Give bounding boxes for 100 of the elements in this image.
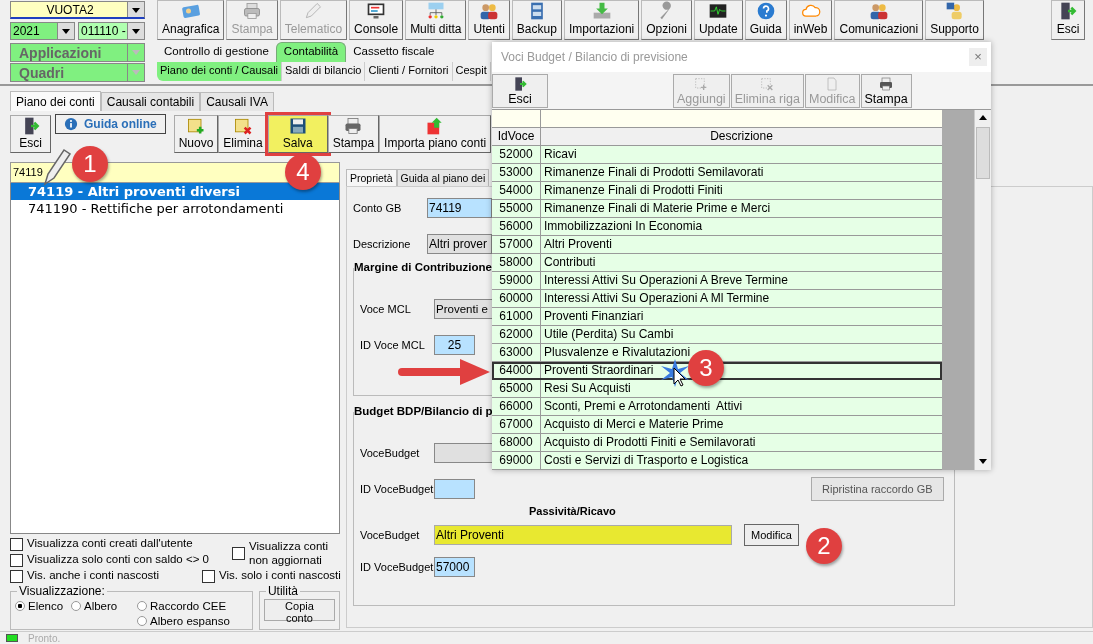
table-cell: 62000 — [492, 326, 541, 343]
table-cell: 67000 — [492, 416, 541, 433]
table-cell: 66000 — [492, 398, 541, 415]
toolbar-button[interactable]: Opzioni — [641, 0, 692, 40]
table-row[interactable]: 53000 Rimanenze Finali di Prodotti Semilavorati — [492, 164, 942, 182]
radio-label: Raccordo CEE — [150, 600, 227, 612]
table-cell: 54000 — [492, 182, 541, 199]
forms-dropdown[interactable]: Quadri — [10, 63, 145, 82]
section-tab[interactable]: Piano dei conti / Causali — [157, 62, 282, 81]
company-dropdown[interactable]: VUOTA2 — [10, 1, 145, 19]
table-row[interactable]: 55000 Rimanenze Finali di Materie Prime e Merci — [492, 200, 942, 218]
checkbox[interactable] — [10, 554, 23, 567]
module-tab[interactable]: Contabilità — [275, 42, 347, 62]
radio-button[interactable] — [71, 601, 81, 611]
section-tab[interactable]: Cespit — [452, 62, 491, 81]
toolbar-button[interactable]: Elimina — [218, 115, 268, 153]
table-row[interactable]: 69000 Costi e Servizi di Trasporto e Logistica — [492, 452, 942, 470]
checkbox[interactable] — [202, 570, 215, 583]
toolbar-button[interactable]: Nuovo — [173, 115, 219, 153]
section-tab[interactable]: Saldi di bilancio — [282, 62, 366, 81]
restore-button[interactable]: Ripristina raccordo GB — [811, 477, 944, 501]
checkbox[interactable] — [232, 547, 245, 560]
table-cell-text: Interessi Attivi Su Operazioni A Ml Termine — [543, 290, 770, 307]
account-item[interactable]: 74119 - Altri proventi diversi — [11, 183, 339, 200]
toolbar-button[interactable]: Multi ditta — [405, 0, 467, 40]
online-guide-link[interactable]: Guida online — [55, 114, 166, 134]
group-title: Budget BDP/Bilancio di p — [354, 405, 493, 417]
toolbar-button[interactable]: Importazioni — [563, 0, 640, 40]
mcl-id-field[interactable]: 25 — [434, 335, 475, 355]
description-field[interactable]: Altri prover — [427, 234, 492, 254]
table-row[interactable]: 60000 Interessi Attivi Su Operazioni A Ml Termine — [492, 290, 942, 308]
table-row[interactable]: 52000 Ricavi — [492, 146, 942, 164]
scrollbar[interactable] — [974, 110, 991, 470]
table-cell: 63000 — [492, 344, 541, 361]
radio-button[interactable] — [137, 601, 147, 611]
toolbar-button[interactable]: Stampa — [860, 73, 912, 108]
table-row[interactable]: 58000 Contributi — [492, 254, 942, 272]
module-tab[interactable]: Cassetto fiscale — [346, 43, 442, 62]
budget-id-field[interactable]: 57000 — [434, 557, 475, 577]
toolbar-button[interactable]: Salva — [267, 115, 328, 153]
group-title: Utilità — [265, 584, 300, 598]
mcl-item-field[interactable]: Proventi e — [434, 299, 494, 319]
toolbar-button[interactable]: Console — [349, 0, 404, 40]
field-label: Voce MCL — [359, 303, 412, 315]
page-tab[interactable]: Causali contabili — [100, 92, 201, 111]
table-row[interactable]: 61000 Proventi Finanziari — [492, 308, 942, 326]
toolbar-button[interactable]: Guida — [744, 0, 787, 40]
detail-tab[interactable]: Guida al piano dei — [396, 169, 490, 186]
table-cell-text: Proventi Straordinari — [543, 362, 654, 379]
toolbar-button[interactable]: Update — [693, 0, 743, 40]
table-row[interactable]: 67000 Acquisto di Merci e Materie Prime — [492, 416, 942, 434]
toolbar-button[interactable]: Supporto — [925, 0, 984, 40]
toolbar-button[interactable]: Anagrafica — [157, 0, 225, 40]
budget-item-field[interactable]: Altri Proventi — [434, 525, 732, 545]
toolbar-button[interactable]: Esci — [492, 73, 548, 108]
exit-button[interactable]: Esci — [10, 115, 51, 153]
group-title: Margine di Contribuzione — [354, 261, 492, 273]
group-title: Visualizzazione: — [17, 584, 107, 598]
page-tab[interactable]: Causali IVA — [200, 92, 274, 111]
applications-dropdown[interactable]: Applicazioni — [10, 43, 145, 62]
toolbar-button[interactable]: inWeb — [788, 0, 833, 40]
close-button[interactable]: × — [969, 47, 987, 66]
account-item[interactable]: 741190 - Rettifiche per arrotondamenti — [11, 200, 339, 217]
toolbar-button[interactable]: Stampa — [327, 115, 380, 153]
module-tab[interactable]: Controllo di gestione — [157, 43, 276, 62]
table-row[interactable]: 68000 Acquisto di Prodotti Finiti e Semilavorati — [492, 434, 942, 452]
section-title: Passività/Ricavo — [529, 505, 617, 519]
copy-account-button[interactable]: Copia conto — [263, 599, 335, 621]
exit-button[interactable]: Esci — [1051, 0, 1085, 40]
table-row[interactable]: 62000 Utile (Perdita) Su Cambi — [492, 326, 942, 344]
table-row[interactable]: 54000 Rimanenze Finali di Prodotti Finiti — [492, 182, 942, 200]
edit-button[interactable]: Modifica — [744, 524, 799, 546]
radio-button[interactable] — [137, 616, 147, 626]
table-cell-text: Interessi Attivi Su Operazioni A Breve Termine — [543, 272, 788, 289]
table-row[interactable]: 65000 Resi Su Acquisti — [492, 380, 942, 398]
checkbox[interactable] — [10, 570, 23, 583]
radio-button[interactable] — [15, 601, 25, 611]
detail-tab[interactable]: Proprietà — [346, 169, 397, 186]
table-cell-text: Ricavi — [543, 146, 577, 163]
table-row[interactable]: 66000 Sconti, Premi e Arrotondamenti Attivi — [492, 398, 942, 416]
checkbox[interactable] — [10, 538, 23, 551]
toolbar-button[interactable]: Comunicazioni — [834, 0, 924, 40]
code-dropdown[interactable]: 011110 - — [78, 22, 145, 40]
section-tab[interactable]: Clienti / Fornitori — [365, 62, 453, 81]
printer-icon — [878, 75, 895, 92]
page-tab[interactable]: Piano dei conti — [10, 91, 101, 111]
toolbar-button[interactable]: Backup — [511, 0, 562, 40]
delete-document-icon — [233, 116, 254, 136]
table-cell: 60000 — [492, 290, 541, 307]
year-dropdown[interactable]: 2021 — [10, 22, 75, 40]
table-row[interactable]: 59000 Interessi Attivi Su Operazioni A Breve Termine — [492, 272, 942, 290]
table-row[interactable]: 57000 Altri Proventi — [492, 236, 942, 254]
toolbar-button[interactable]: Utenti — [468, 0, 510, 40]
table-cell: 58000 — [492, 254, 541, 271]
toolbar-button[interactable]: Importa piano conti — [379, 115, 492, 153]
budget-id-field[interactable] — [434, 479, 475, 499]
table-row[interactable]: 56000 Immobilizzazioni In Economia — [492, 218, 942, 236]
account-code-field[interactable]: 74119 — [427, 198, 492, 218]
scrollbar-thumb[interactable] — [976, 127, 990, 179]
budget-item-field[interactable] — [434, 443, 494, 463]
